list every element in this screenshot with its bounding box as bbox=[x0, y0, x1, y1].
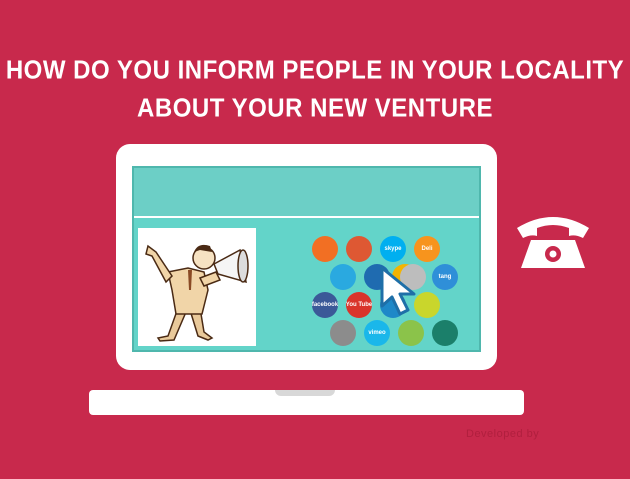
gray-app-icon[interactable] bbox=[330, 320, 356, 346]
android-icon[interactable] bbox=[398, 320, 424, 346]
page-title-line-1: HOW DO YOU INFORM PEOPLE IN YOUR LOCALIT… bbox=[5, 55, 625, 86]
laptop-screen: skype Deli tang facebook You Tube vimeo bbox=[116, 144, 497, 370]
skype-icon[interactable]: skype bbox=[380, 236, 406, 262]
tango-icon[interactable]: tang bbox=[432, 264, 458, 290]
delicious-label: Deli bbox=[421, 246, 433, 252]
duckduckgo-icon[interactable] bbox=[346, 236, 372, 262]
delicious-icon[interactable]: Deli bbox=[414, 236, 440, 262]
telephone-icon bbox=[517, 217, 589, 268]
youtube-icon[interactable]: You Tube bbox=[346, 292, 372, 318]
page-title-line-2: ABOUT YOUR NEW VENTURE bbox=[137, 93, 493, 124]
laptop-base bbox=[89, 390, 524, 415]
tango-label: tang bbox=[438, 274, 452, 280]
mouse-cursor-icon bbox=[380, 266, 416, 316]
vimeo-label: vimeo bbox=[368, 330, 386, 336]
twitter-icon[interactable] bbox=[330, 264, 356, 290]
megaphone-man-illustration bbox=[138, 228, 256, 346]
watermark-text: Developed by bbox=[466, 428, 540, 440]
laptop-display: skype Deli tang facebook You Tube vimeo bbox=[132, 166, 481, 352]
soundcloud-icon[interactable] bbox=[312, 236, 338, 262]
vimeo-icon[interactable]: vimeo bbox=[364, 320, 390, 346]
headphones-icon[interactable] bbox=[432, 320, 458, 346]
laptop-base-notch bbox=[275, 390, 335, 396]
youtube-label: You Tube bbox=[346, 302, 372, 308]
display-header-bar bbox=[134, 168, 479, 218]
skype-label: skype bbox=[384, 246, 402, 252]
megaphone-man-icon bbox=[145, 244, 249, 342]
facebook-icon[interactable]: facebook bbox=[312, 292, 338, 318]
facebook-label: facebook bbox=[312, 302, 338, 308]
